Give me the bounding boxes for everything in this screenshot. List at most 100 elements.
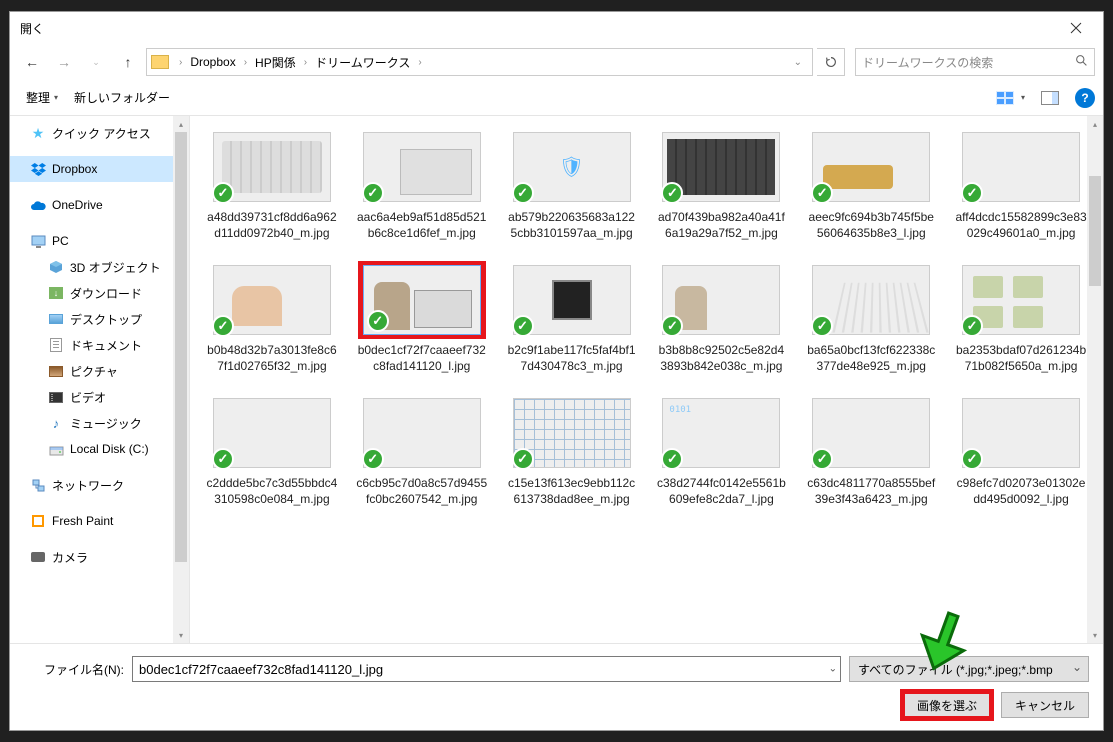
sidebar-fresh-paint[interactable]: Fresh Paint xyxy=(10,508,189,534)
filetype-dropdown[interactable]: すべてのファイル (*.jpg;*.jpeg;*.bmp xyxy=(849,656,1089,682)
close-button[interactable] xyxy=(1053,13,1099,43)
sidebar-onedrive[interactable]: OneDrive xyxy=(10,192,189,218)
sidebar-camera[interactable]: カメラ xyxy=(10,544,189,570)
file-item[interactable]: ✓ c6cb95c7d0a8c57d9455fc0bc2607542_m.jpg xyxy=(352,390,492,511)
cancel-button[interactable]: キャンセル xyxy=(1001,692,1089,718)
file-item[interactable]: ✓aeec9fc694b3b745f5be56064635b8e3_l.jpg xyxy=(801,124,941,245)
open-button[interactable]: 画像を選ぶ xyxy=(903,692,991,718)
sync-check-icon: ✓ xyxy=(362,448,384,470)
file-name: ba65a0bcf13fcf622338c377de48e925_m.jpg xyxy=(805,343,937,374)
desktop-icon xyxy=(48,311,64,327)
new-folder-button[interactable]: 新しいフォルダー xyxy=(66,85,178,110)
chevron-down-icon[interactable]: ⌄ xyxy=(829,664,837,675)
sync-check-icon: ✓ xyxy=(212,182,234,204)
sidebar-downloads[interactable]: ↓ ダウンロード xyxy=(10,280,189,306)
organize-button[interactable]: 整理 ▾ xyxy=(18,85,66,110)
sidebar-pictures[interactable]: ピクチャ xyxy=(10,358,189,384)
breadcrumb-segment[interactable]: Dropbox xyxy=(186,53,239,71)
sync-check-icon: ✓ xyxy=(212,315,234,337)
filegrid-scrollbar[interactable]: ▴ ▾ xyxy=(1087,116,1103,643)
sidebar-pc[interactable]: PC xyxy=(10,228,189,254)
sidebar-videos[interactable]: ビデオ xyxy=(10,384,189,410)
file-item[interactable]: ✓c15e13f613ec9ebb112c613738dad8ee_m.jpg xyxy=(502,390,642,511)
sidebar-scrollbar[interactable]: ▴ ▾ xyxy=(173,116,189,643)
filename-combo[interactable]: ⌄ xyxy=(132,656,841,682)
file-item[interactable]: ✓ab579b220635683a1225cbb3101597aa_m.jpg xyxy=(502,124,642,245)
file-item[interactable]: ✓b2c9f1abe117fc5faf4bf17d430478c3_m.jpg xyxy=(502,257,642,378)
breadcrumb-bar[interactable]: › Dropbox › HP関係 › ドリームワークス › ⌄ xyxy=(146,48,813,76)
breadcrumb-dropdown[interactable]: ⌄ xyxy=(788,57,808,68)
filename-input[interactable] xyxy=(132,656,841,682)
file-name: aeec9fc694b3b745f5be56064635b8e3_l.jpg xyxy=(805,210,937,241)
network-icon xyxy=(30,477,46,493)
sidebar: ★ クイック アクセス Dropbox OneDrive xyxy=(10,116,190,643)
thumbnail-wrap: ✓ xyxy=(208,261,336,339)
sidebar-desktop[interactable]: デスクトップ xyxy=(10,306,189,332)
chevron-right-icon: › xyxy=(179,57,182,68)
file-name: b0dec1cf72f7caaeef732c8fad141120_l.jpg xyxy=(356,343,488,374)
toolbar: 整理 ▾ 新しいフォルダー ▾ ? xyxy=(10,80,1103,116)
thumbnail-wrap: ✓ xyxy=(657,394,785,472)
file-item[interactable]: ✓b0b48d32b7a3013fe8c67f1d02765f32_m.jpg xyxy=(202,257,342,378)
file-item[interactable]: ✓aff4dcdc15582899c3e83029c49601a0_m.jpg xyxy=(951,124,1091,245)
file-name: b2c9f1abe117fc5faf4bf17d430478c3_m.jpg xyxy=(506,343,638,374)
refresh-button[interactable] xyxy=(817,48,845,76)
back-button[interactable]: ← xyxy=(18,48,46,76)
file-name: b3b8b8c92502c5e82d43893b842e038c_m.jpg xyxy=(655,343,787,374)
file-item[interactable]: ✓c38d2744fc0142e5561b609efe8c2da7_l.jpg xyxy=(651,390,791,511)
file-item[interactable]: ✓aac6a4eb9af51d85d521b6c8ce1d6fef_m.jpg xyxy=(352,124,492,245)
sidebar-dropbox[interactable]: Dropbox xyxy=(10,156,189,182)
sidebar-quick-access[interactable]: ★ クイック アクセス xyxy=(10,120,189,146)
search-icon xyxy=(1075,54,1088,70)
disk-icon xyxy=(48,441,64,457)
picture-icon xyxy=(48,363,64,379)
file-item[interactable]: ✓ ba65a0bcf13fcf622338c377de48e925_m.jpg xyxy=(801,257,941,378)
caret-down-icon: ▾ xyxy=(54,93,58,102)
breadcrumb-segment[interactable]: ドリームワークス xyxy=(311,52,414,73)
chevron-right-icon: › xyxy=(418,57,421,68)
thumbnail-wrap: ✓ xyxy=(957,128,1085,206)
file-name: ba2353bdaf07d261234b71b082f5650a_m.jpg xyxy=(955,343,1087,374)
sync-check-icon: ✓ xyxy=(512,182,534,204)
sidebar-network[interactable]: ネットワーク xyxy=(10,472,189,498)
recent-dropdown[interactable]: ⌄ xyxy=(82,48,110,76)
file-name: ad70f439ba982a40a41f6a19a29a7f52_m.jpg xyxy=(655,210,787,241)
view-mode-button[interactable]: ▾ xyxy=(987,86,1033,110)
search-input[interactable]: ドリームワークスの検索 xyxy=(855,48,1095,76)
file-item[interactable]: ✓c2ddde5bc7c3d55bbdc4310598c0e084_m.jpg xyxy=(202,390,342,511)
file-item[interactable]: ✓b0dec1cf72f7caaeef732c8fad141120_l.jpg xyxy=(352,257,492,378)
caret-down-icon: ▾ xyxy=(1021,93,1025,102)
file-name: c15e13f613ec9ebb112c613738dad8ee_m.jpg xyxy=(506,476,638,507)
sync-check-icon: ✓ xyxy=(961,182,983,204)
thumbnail-wrap: ✓ xyxy=(657,128,785,206)
video-icon xyxy=(48,389,64,405)
sidebar-music[interactable]: ♪ ミュージック xyxy=(10,410,189,436)
thumbnail-wrap: ✓ xyxy=(807,261,935,339)
freshpaint-icon xyxy=(30,513,46,529)
file-item[interactable]: ✓c98efc7d02073e01302edd495d0092_l.jpg xyxy=(951,390,1091,511)
titlebar: 開く xyxy=(10,12,1103,44)
file-item[interactable]: ✓c63dc4811770a8555bef39e3f43a6423_m.jpg xyxy=(801,390,941,511)
file-item[interactable]: ✓ ba2353bdaf07d261234b71b082f5650a_m.jpg xyxy=(951,257,1091,378)
preview-pane-icon xyxy=(1041,91,1059,105)
file-name: c6cb95c7d0a8c57d9455fc0bc2607542_m.jpg xyxy=(356,476,488,507)
dialog-body: ★ クイック アクセス Dropbox OneDrive xyxy=(10,116,1103,643)
file-name: c63dc4811770a8555bef39e3f43a6423_m.jpg xyxy=(805,476,937,507)
sidebar-documents[interactable]: ドキュメント xyxy=(10,332,189,358)
file-item[interactable]: ✓b3b8b8c92502c5e82d43893b842e038c_m.jpg xyxy=(651,257,791,378)
breadcrumb-segment[interactable]: HP関係 xyxy=(251,52,300,73)
sidebar-3d-objects[interactable]: 3D オブジェクト xyxy=(10,254,189,280)
file-grid: ✓a48dd39731cf8dd6a962d11dd0972b40_m.jpg✓… xyxy=(190,116,1103,643)
help-button[interactable]: ? xyxy=(1075,88,1095,108)
sidebar-local-disk[interactable]: Local Disk (C:) xyxy=(10,436,189,462)
thumbnail-wrap: ✓ xyxy=(208,128,336,206)
sync-check-icon: ✓ xyxy=(362,182,384,204)
file-item[interactable]: ✓ ad70f439ba982a40a41f6a19a29a7f52_m.jpg xyxy=(651,124,791,245)
forward-button[interactable]: → xyxy=(50,48,78,76)
preview-pane-button[interactable] xyxy=(1033,87,1067,109)
up-button[interactable]: ↑ xyxy=(114,48,142,76)
thumbnail-wrap: ✓ xyxy=(957,261,1085,339)
file-name: c2ddde5bc7c3d55bbdc4310598c0e084_m.jpg xyxy=(206,476,338,507)
thumbnail-wrap: ✓ xyxy=(358,128,486,206)
file-item[interactable]: ✓a48dd39731cf8dd6a962d11dd0972b40_m.jpg xyxy=(202,124,342,245)
